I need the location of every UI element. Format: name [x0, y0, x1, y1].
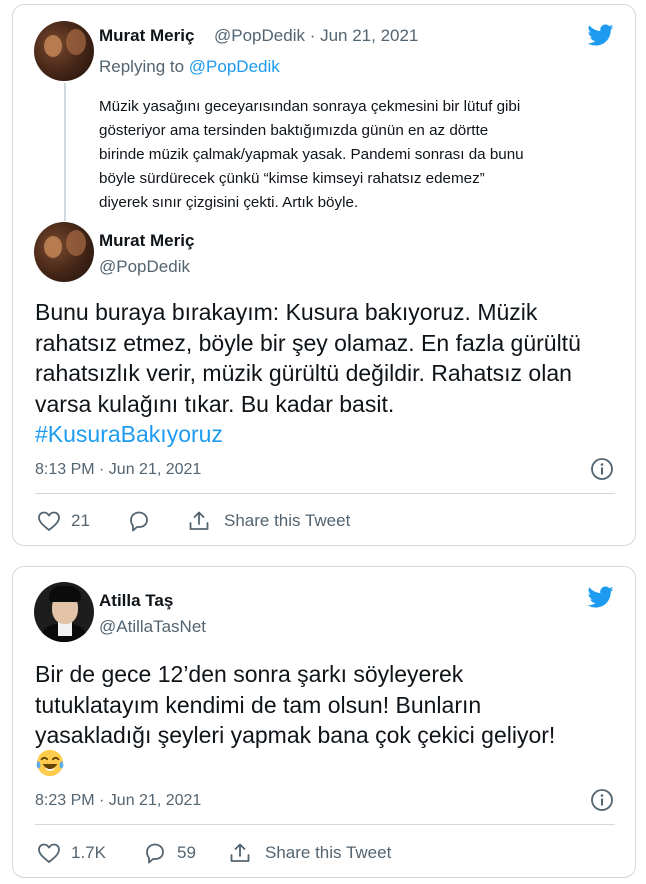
- replying-handle-link[interactable]: @PopDedik: [189, 57, 280, 76]
- text-line: tutuklatayım kendimi de tam olsun! Bunla…: [35, 691, 482, 718]
- share-label: Share this Tweet: [224, 511, 351, 530]
- thread-line: [64, 83, 66, 221]
- avatar[interactable]: [34, 21, 94, 81]
- tweet-text: Bir de gece 12’den sonra şarkı söyleyere…: [35, 659, 625, 751]
- info-icon[interactable]: [590, 457, 614, 481]
- like-button[interactable]: 21: [37, 510, 90, 532]
- heart-icon: [38, 511, 60, 531]
- like-count: 1.7K: [71, 843, 106, 862]
- text-line: böyle sürdürecek çünkü “kimse kimseyi ra…: [99, 170, 485, 187]
- author-name[interactable]: Atilla Taş: [99, 591, 173, 611]
- author-name[interactable]: Murat Meriç: [99, 26, 194, 46]
- tweet-timestamp[interactable]: 8:13 PM · Jun 21, 2021: [35, 461, 201, 479]
- text-line: yasakladığı şeyleri yapmak bana çok çeki…: [35, 722, 556, 748]
- share-button[interactable]: Share this Tweet: [228, 841, 391, 865]
- parent-tweet-text: Müzik yasağını geceyarısından sonraya çe…: [99, 95, 609, 215]
- reply-bubble-icon: [146, 843, 164, 864]
- tweet-text: Bunu buraya bırakayım: Kusura bakıyoruz.…: [35, 297, 625, 450]
- text-line: varsa kulağını tıkar. Bu kadar basit.: [35, 390, 395, 417]
- text-line: rahatsızlık verir, müzik gürültü değildi…: [35, 360, 572, 386]
- text-line: gösteriyor ama tersinden baktığımızda gü…: [99, 122, 489, 139]
- author-name[interactable]: Murat Meriç: [99, 231, 194, 251]
- author-handle[interactable]: @AtillaTasNet: [99, 617, 206, 637]
- author-meta[interactable]: @PopDedik · Jun 21, 2021: [214, 26, 418, 46]
- author-handle[interactable]: @PopDedik: [99, 257, 190, 277]
- text-line: rahatsız etmez, böyle bir şey olamaz. En…: [35, 329, 581, 356]
- hashtag-link[interactable]: #KusuraBakıyoruz: [35, 419, 625, 450]
- text-line: Müzik yasağını geceyarısından sonraya çe…: [99, 98, 521, 115]
- text-line: Bir de gece 12’den sonra şarkı söyleyere…: [35, 661, 464, 687]
- replying-prefix: Replying to: [99, 57, 189, 76]
- reply-button[interactable]: 59: [143, 841, 196, 865]
- share-icon: [230, 843, 250, 862]
- reply-bubble-icon: [130, 511, 148, 532]
- tweet-card-murat: Murat Meriç @PopDedik · Jun 21, 2021 Rep…: [12, 4, 636, 546]
- divider: [35, 493, 615, 494]
- tears-of-joy-emoji-icon: [36, 749, 64, 777]
- info-icon[interactable]: [590, 788, 614, 812]
- share-button[interactable]: Share this Tweet: [187, 509, 350, 533]
- reply-button[interactable]: [127, 509, 151, 533]
- divider: [35, 824, 615, 825]
- reply-count: 59: [177, 843, 196, 862]
- replying-to: Replying to @PopDedik: [99, 57, 280, 77]
- share-icon: [189, 511, 209, 530]
- text-line: Bunu buraya bırakayım: Kusura bakıyoruz.…: [35, 299, 538, 325]
- like-count: 21: [71, 511, 90, 530]
- tweet-card-atilla: Atilla Taş @AtillaTasNet Bir de gece 12’…: [12, 566, 636, 878]
- twitter-bird-icon[interactable]: [586, 22, 616, 48]
- avatar[interactable]: [34, 222, 94, 282]
- text-line: birinde müzik çalmak/yapmak yasak. Pande…: [99, 146, 524, 163]
- text-line: diyerek sınır çizgisini çekti. Artık böy…: [99, 194, 359, 211]
- twitter-bird-icon[interactable]: [586, 584, 616, 610]
- like-button[interactable]: 1.7K: [37, 842, 106, 864]
- avatar[interactable]: [34, 582, 94, 642]
- tweet-timestamp[interactable]: 8:23 PM · Jun 21, 2021: [35, 792, 201, 810]
- heart-icon: [38, 843, 60, 863]
- share-label: Share this Tweet: [265, 843, 392, 862]
